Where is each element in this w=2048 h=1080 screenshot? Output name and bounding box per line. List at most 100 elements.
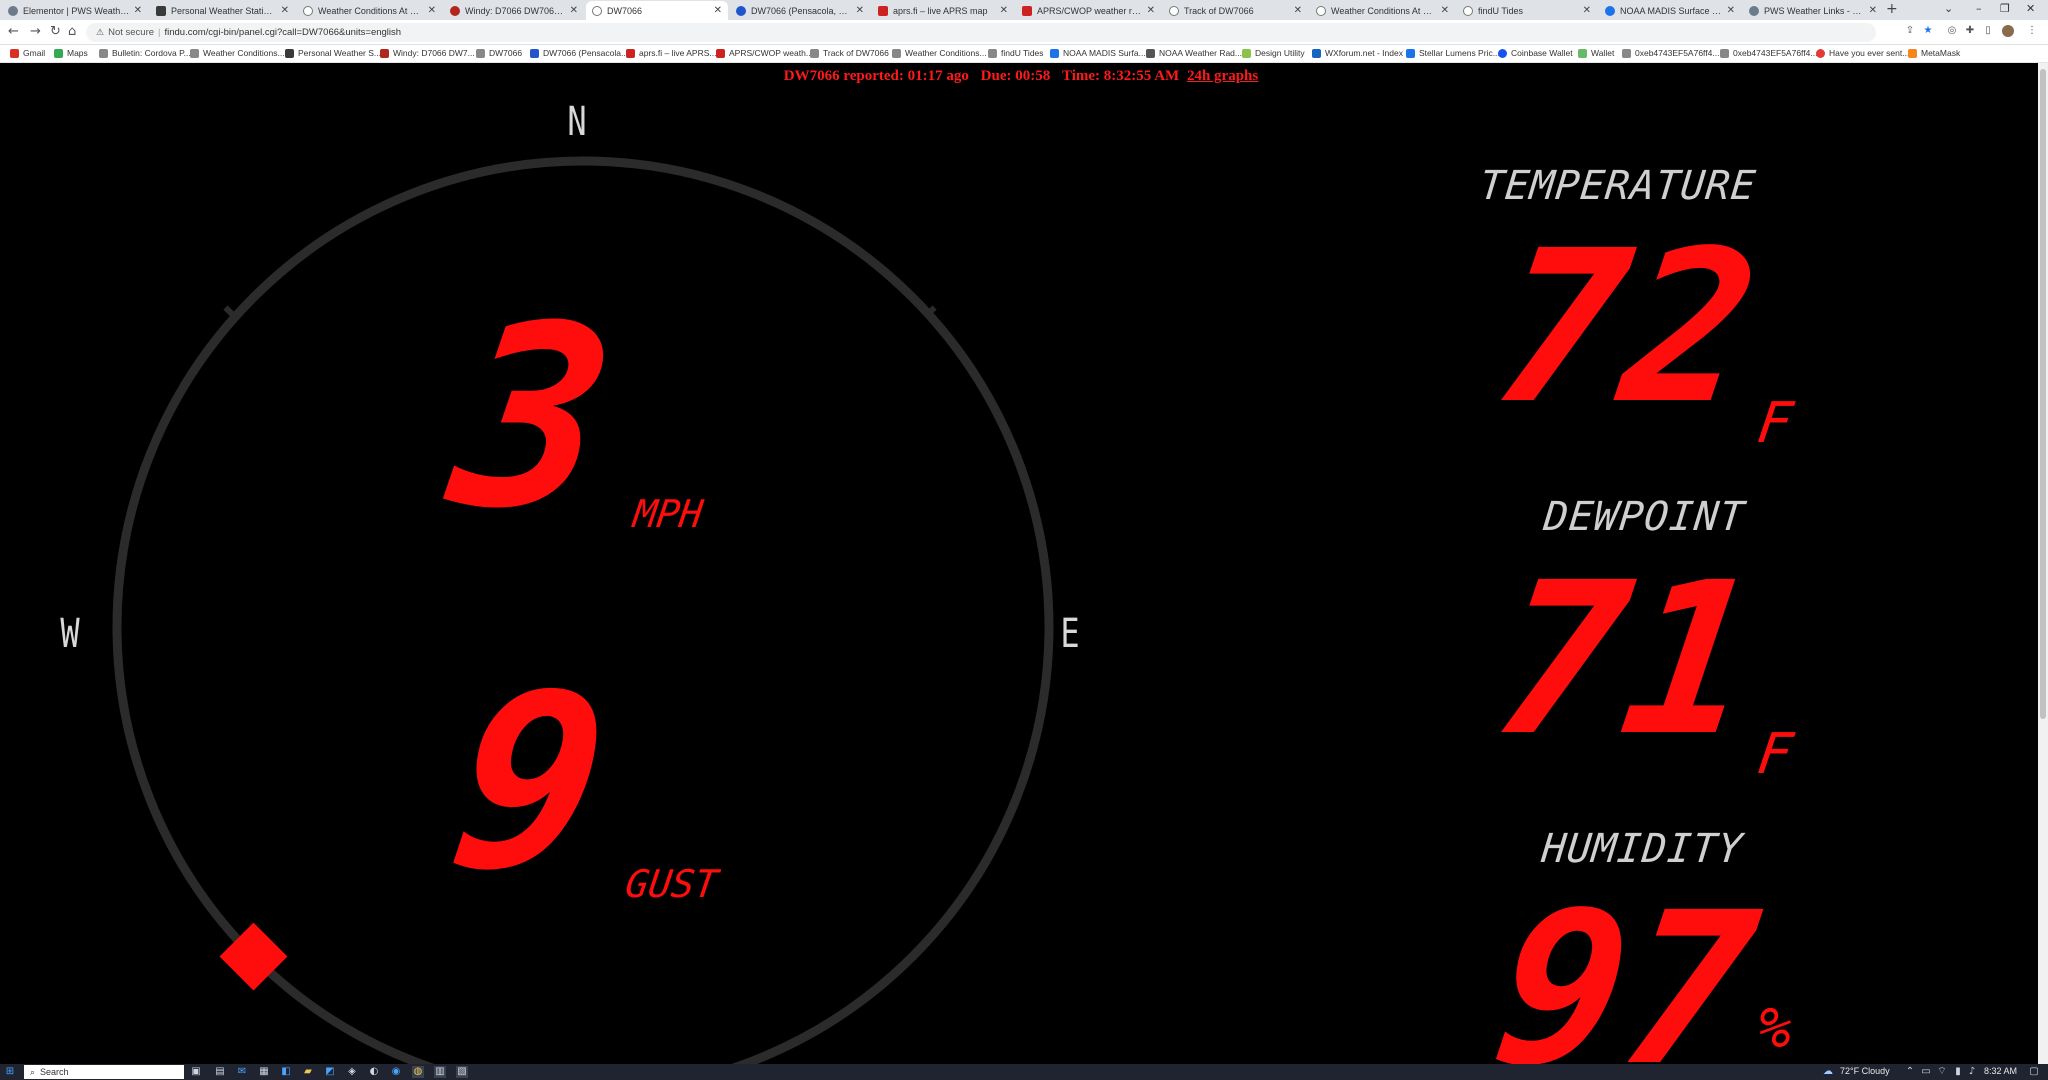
taskbar-search-input[interactable]: ⌕ Search <box>24 1065 184 1079</box>
bookmark-item[interactable]: Windy: D7066 DW7... <box>380 48 475 58</box>
bookmark-icon <box>530 48 539 58</box>
taskbar-app-icon[interactable]: ▤ <box>214 1066 226 1078</box>
browser-tab[interactable]: PWS Weather Links - mypensa ✕ <box>1743 1 1883 20</box>
bookmark-item[interactable]: Have you ever sent... <box>1816 48 1909 58</box>
bookmark-label: NOAA MADIS Surfa... <box>1063 48 1146 58</box>
edge-icon[interactable]: ◉ <box>390 1066 402 1078</box>
browser-tab[interactable]: Weather Conditions At DW7066 ✕ <box>297 1 442 20</box>
taskbar-weather[interactable]: 72°F Cloudy <box>1840 1066 1890 1076</box>
browser-tab[interactable]: Weather Conditions At DW706 ✕ <box>1310 1 1455 20</box>
file-explorer-icon[interactable]: ▰ <box>302 1066 314 1078</box>
browser-tab[interactable]: NOAA MADIS Surface Observat ✕ <box>1599 1 1741 20</box>
close-tab-icon[interactable]: ✕ <box>134 5 142 16</box>
profile-avatar[interactable] <box>2002 25 2014 37</box>
new-tab-button[interactable]: + <box>1886 1 1898 17</box>
taskbar-app-icon[interactable]: ◈ <box>346 1066 358 1078</box>
browser-tab[interactable]: Personal Weather Station Dashb ✕ <box>150 1 295 20</box>
bookmark-item[interactable]: Bulletin: Cordova P... <box>99 48 191 58</box>
minimize-button[interactable]: – <box>1976 2 1982 15</box>
close-tab-icon[interactable]: ✕ <box>281 5 289 16</box>
bookmark-item[interactable]: 0xeb4743EF5A76ff4... <box>1720 48 1817 58</box>
taskbar-app-icon[interactable]: ◩ <box>324 1066 336 1078</box>
close-tab-icon[interactable]: ✕ <box>1869 5 1877 16</box>
close-tab-icon[interactable]: ✕ <box>856 5 864 16</box>
taskbar-app-icon[interactable]: ▥ <box>434 1066 446 1078</box>
windows-start-icon[interactable]: ⊞ <box>4 1066 16 1078</box>
chrome-icon[interactable]: ◍ <box>412 1066 424 1078</box>
bookmark-item[interactable]: NOAA MADIS Surfa... <box>1050 48 1146 58</box>
bookmark-item[interactable]: APRS/CWOP weath... <box>716 48 813 58</box>
warning-icon[interactable]: ⚠ <box>96 27 104 38</box>
taskbar-clock[interactable]: 8:32 AM <box>1984 1066 2017 1076</box>
close-tab-icon[interactable]: ✕ <box>428 5 436 16</box>
browser-tab[interactable]: Windy: D7066 DW7066 Pensac ✕ <box>444 1 584 20</box>
menu-kebab-icon[interactable]: ⋮ <box>2026 25 2038 37</box>
bookmark-item[interactable]: DW7066 (Pensacola... <box>530 48 628 58</box>
reload-icon[interactable]: ↻ <box>50 24 61 39</box>
home-icon[interactable]: ⌂ <box>68 24 76 39</box>
task-view-icon[interactable]: ▣ <box>190 1066 202 1078</box>
bookmark-item[interactable]: MetaMask <box>1908 48 1960 58</box>
close-tab-icon[interactable]: ✕ <box>714 5 722 16</box>
close-tab-icon[interactable]: ✕ <box>1147 5 1155 16</box>
share-icon[interactable]: ⇪ <box>1904 25 1916 37</box>
forward-icon[interactable]: → <box>30 24 41 39</box>
bookmark-item[interactable]: WXforum.net - Index <box>1312 48 1403 58</box>
bookmark-item[interactable]: aprs.fi – live APRS... <box>626 48 716 58</box>
taskbar-app-icon[interactable]: ▧ <box>456 1066 468 1078</box>
bookmark-item[interactable]: Stellar Lumens Pric... <box>1406 48 1500 58</box>
puzzle-icon[interactable]: ✚ <box>1964 25 1976 37</box>
page-scrollbar[interactable] <box>2038 63 2048 1064</box>
browser-tab-active[interactable]: DW7066 ✕ <box>586 1 728 20</box>
bookmark-item[interactable]: Track of DW7066 <box>810 48 889 58</box>
close-window-button[interactable]: ✕ <box>2026 2 2035 15</box>
url-text[interactable]: findu.com/cgi-bin/panel.cgi?call=DW7066&… <box>164 27 401 38</box>
volume-icon[interactable]: ♪ <box>1966 1066 1978 1078</box>
extension-icon[interactable]: ◎ <box>1946 25 1958 37</box>
tab-favicon-icon <box>303 5 313 16</box>
bookmark-item[interactable]: Weather Conditions... <box>190 48 285 58</box>
close-tab-icon[interactable]: ✕ <box>1000 5 1008 16</box>
restore-button[interactable]: ❐ <box>2000 2 2010 15</box>
bookmark-item[interactable]: findU Tides <box>988 48 1044 58</box>
scrollbar-thumb[interactable] <box>2040 69 2046 719</box>
bookmark-item[interactable]: Maps <box>54 48 88 58</box>
browser-tab[interactable]: APRS/CWOP weather report fr ✕ <box>1016 1 1161 20</box>
network-icon[interactable]: ⌔ <box>1936 1066 1948 1078</box>
bookmark-item[interactable]: Weather Conditions... <box>892 48 987 58</box>
taskbar-app-icon[interactable]: ◧ <box>280 1066 292 1078</box>
bookmark-item[interactable]: NOAA Weather Rad... <box>1146 48 1242 58</box>
browser-tab[interactable]: DW7066 (Pensacola, FL, US): D ✕ <box>730 1 870 20</box>
browser-tab[interactable]: aprs.fi – live APRS map ✕ <box>872 1 1014 20</box>
browser-tab[interactable]: findU Tides ✕ <box>1457 1 1597 20</box>
close-tab-icon[interactable]: ✕ <box>1583 5 1591 16</box>
tray-icon[interactable]: ▭ <box>1920 1066 1932 1078</box>
back-icon[interactable]: ← <box>8 24 19 39</box>
close-tab-icon[interactable]: ✕ <box>1727 5 1735 16</box>
bookmark-star-icon[interactable]: ★ <box>1922 25 1934 37</box>
bookmark-item[interactable]: Wallet <box>1578 48 1614 58</box>
close-tab-icon[interactable]: ✕ <box>1294 5 1302 16</box>
weather-cloud-icon[interactable]: ☁ <box>1822 1066 1834 1078</box>
sidepanel-icon[interactable]: ▯ <box>1982 25 1994 37</box>
notifications-icon[interactable]: ▢ <box>2028 1066 2040 1078</box>
url-bar[interactable]: ⚠ Not secure | findu.com/cgi-bin/panel.c… <box>86 23 1876 42</box>
mail-icon[interactable]: ✉ <box>236 1066 248 1078</box>
bookmark-item[interactable]: Gmail <box>10 48 45 58</box>
graphs-link[interactable]: 24h graphs <box>1187 68 1258 84</box>
bookmark-item[interactable]: 0xeb4743EF5A76ff4... <box>1622 48 1719 58</box>
battery-icon[interactable]: ▮ <box>1952 1066 1964 1078</box>
bookmark-item[interactable]: Coinbase Wallet <box>1498 48 1573 58</box>
temperature-value: 72 <box>1482 205 1771 450</box>
tab-search-icon[interactable]: ⌄ <box>1944 2 1953 15</box>
tray-chevron-icon[interactable]: ⌃ <box>1904 1066 1916 1078</box>
browser-tab[interactable]: Elementor | PWS Weather Links ✕ <box>2 1 148 20</box>
bookmark-item[interactable]: DW7066 <box>476 48 522 58</box>
store-icon[interactable]: ▦ <box>258 1066 270 1078</box>
taskbar-app-icon[interactable]: ◐ <box>368 1066 380 1078</box>
close-tab-icon[interactable]: ✕ <box>1441 5 1449 16</box>
browser-tab[interactable]: Track of DW7066 ✕ <box>1163 1 1308 20</box>
close-tab-icon[interactable]: ✕ <box>570 5 578 16</box>
bookmark-item[interactable]: Personal Weather S... <box>285 48 381 58</box>
bookmark-item[interactable]: Design Utility <box>1242 48 1305 58</box>
